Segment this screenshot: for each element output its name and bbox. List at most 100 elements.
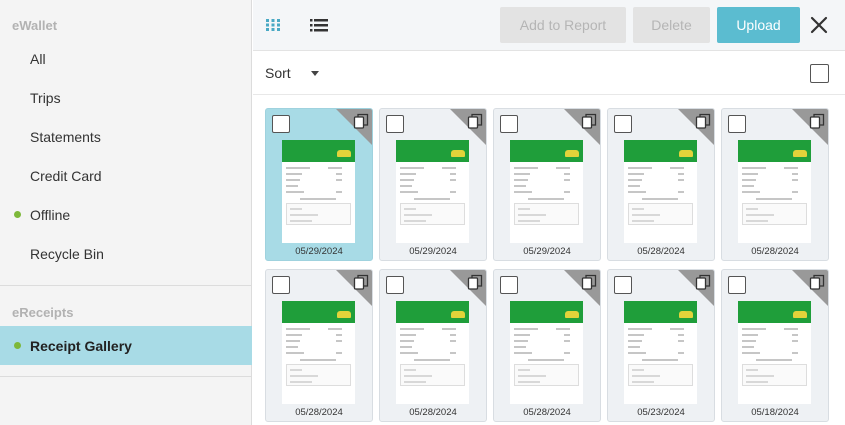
receipt-checkbox[interactable] bbox=[500, 276, 518, 294]
receipt-checkbox[interactable] bbox=[272, 276, 290, 294]
close-button[interactable] bbox=[808, 14, 830, 36]
receipt-card[interactable]: 05/29/2024 bbox=[379, 108, 487, 261]
receipt-line bbox=[336, 352, 342, 354]
receipt-line bbox=[336, 340, 342, 342]
receipt-card[interactable]: 05/23/2024 bbox=[607, 269, 715, 422]
receipt-checkbox[interactable] bbox=[386, 115, 404, 133]
receipt-line bbox=[286, 173, 302, 175]
receipt-thumbnail[interactable] bbox=[282, 301, 355, 404]
receipt-line bbox=[400, 167, 424, 169]
receipt-card[interactable]: 05/28/2024 bbox=[493, 269, 601, 422]
ewallet-header: eWallet bbox=[12, 18, 58, 33]
receipt-thumbnail[interactable] bbox=[624, 140, 697, 243]
sidebar-item-offline[interactable]: Offline bbox=[0, 195, 252, 234]
receipt-card[interactable]: 05/28/2024 bbox=[379, 269, 487, 422]
receipt-thumbnail[interactable] bbox=[396, 301, 469, 404]
toolbar: Add to Report Delete Upload bbox=[253, 0, 845, 51]
car-icon bbox=[337, 311, 351, 318]
sidebar-item-trips[interactable]: Trips bbox=[0, 78, 252, 117]
receipt-date: 05/29/2024 bbox=[295, 246, 343, 257]
receipt-thumbnail[interactable] bbox=[510, 140, 583, 243]
sidebar-item-label: All bbox=[30, 50, 46, 67]
copy-icon[interactable] bbox=[809, 113, 825, 129]
receipt-line bbox=[528, 359, 564, 361]
receipt-thumbnail[interactable] bbox=[396, 140, 469, 243]
copy-icon[interactable] bbox=[353, 113, 369, 129]
sidebar-item-statements[interactable]: Statements bbox=[0, 117, 252, 156]
upload-button[interactable]: Upload bbox=[717, 7, 800, 43]
receipt-checkbox[interactable] bbox=[728, 115, 746, 133]
receipt-line bbox=[556, 167, 570, 169]
receipt-card[interactable]: 05/29/2024 bbox=[493, 108, 601, 261]
receipt-line bbox=[290, 208, 302, 210]
receipt-line bbox=[756, 359, 792, 361]
receipt-card[interactable]: 05/28/2024 bbox=[607, 108, 715, 261]
receipt-line bbox=[746, 369, 758, 371]
receipt-line bbox=[290, 375, 318, 377]
receipt-line bbox=[784, 167, 798, 169]
receipt-line bbox=[742, 346, 754, 348]
copy-icon[interactable] bbox=[695, 113, 711, 129]
grid-view-button[interactable] bbox=[261, 13, 285, 37]
receipt-checkbox[interactable] bbox=[386, 276, 404, 294]
receipt-line bbox=[514, 346, 526, 348]
receipt-line bbox=[632, 381, 654, 383]
sidebar-item-credit-card[interactable]: Credit Card bbox=[0, 156, 252, 195]
receipt-line bbox=[400, 173, 416, 175]
copy-icon[interactable] bbox=[467, 113, 483, 129]
receipt-line bbox=[628, 334, 644, 336]
sort-dropdown[interactable]: Sort bbox=[265, 65, 291, 81]
receipt-line bbox=[746, 381, 768, 383]
copy-icon[interactable] bbox=[581, 113, 597, 129]
receipt-line bbox=[628, 328, 652, 330]
receipt-date: 05/28/2024 bbox=[295, 407, 343, 418]
receipt-card[interactable]: 05/29/2024 bbox=[265, 108, 373, 261]
receipt-line bbox=[742, 185, 754, 187]
list-view-button[interactable] bbox=[307, 13, 331, 37]
receipt-checkbox[interactable] bbox=[500, 115, 518, 133]
close-icon bbox=[810, 16, 828, 34]
copy-icon[interactable] bbox=[695, 274, 711, 290]
copy-icon[interactable] bbox=[467, 274, 483, 290]
select-all-checkbox[interactable] bbox=[810, 64, 829, 83]
receipt-checkbox[interactable] bbox=[614, 276, 632, 294]
sidebar-item-all[interactable]: All bbox=[0, 39, 252, 78]
copy-icon[interactable] bbox=[581, 274, 597, 290]
receipt-line bbox=[742, 179, 756, 181]
receipt-line bbox=[632, 214, 660, 216]
receipt-date: 05/28/2024 bbox=[409, 407, 457, 418]
sidebar-item-receipt-gallery[interactable]: Receipt Gallery bbox=[0, 326, 252, 365]
receipt-line bbox=[514, 179, 528, 181]
receipt-line bbox=[632, 375, 660, 377]
receipt-line bbox=[678, 179, 684, 181]
receipt-line bbox=[404, 375, 432, 377]
add-to-report-button[interactable]: Add to Report bbox=[500, 7, 626, 43]
receipt-date: 05/23/2024 bbox=[637, 407, 685, 418]
receipt-thumbnail[interactable] bbox=[738, 301, 811, 404]
receipt-line bbox=[450, 179, 456, 181]
receipt-line bbox=[746, 375, 774, 377]
status-dot bbox=[14, 211, 21, 218]
copy-icon[interactable] bbox=[353, 274, 369, 290]
receipt-line bbox=[564, 352, 570, 354]
receipt-thumbnail[interactable] bbox=[738, 140, 811, 243]
receipt-card[interactable]: 05/28/2024 bbox=[265, 269, 373, 422]
chevron-down-icon[interactable] bbox=[311, 71, 319, 76]
receipt-checkbox[interactable] bbox=[728, 276, 746, 294]
receipt-thumbnail[interactable] bbox=[510, 301, 583, 404]
copy-icon[interactable] bbox=[809, 274, 825, 290]
delete-button[interactable]: Delete bbox=[633, 7, 710, 43]
receipt-card[interactable]: 05/18/2024 bbox=[721, 269, 829, 422]
receipt-thumbnail[interactable] bbox=[282, 140, 355, 243]
receipt-line bbox=[564, 191, 570, 193]
car-icon bbox=[679, 311, 693, 318]
receipt-checkbox[interactable] bbox=[272, 115, 290, 133]
receipt-card[interactable]: 05/28/2024 bbox=[721, 108, 829, 261]
receipt-line bbox=[514, 191, 532, 193]
car-icon bbox=[793, 150, 807, 157]
receipt-thumbnail[interactable] bbox=[624, 301, 697, 404]
receipt-checkbox[interactable] bbox=[614, 115, 632, 133]
receipt-line bbox=[792, 334, 798, 336]
receipt-line bbox=[514, 328, 538, 330]
sidebar-item-recycle-bin[interactable]: Recycle Bin bbox=[0, 234, 252, 273]
